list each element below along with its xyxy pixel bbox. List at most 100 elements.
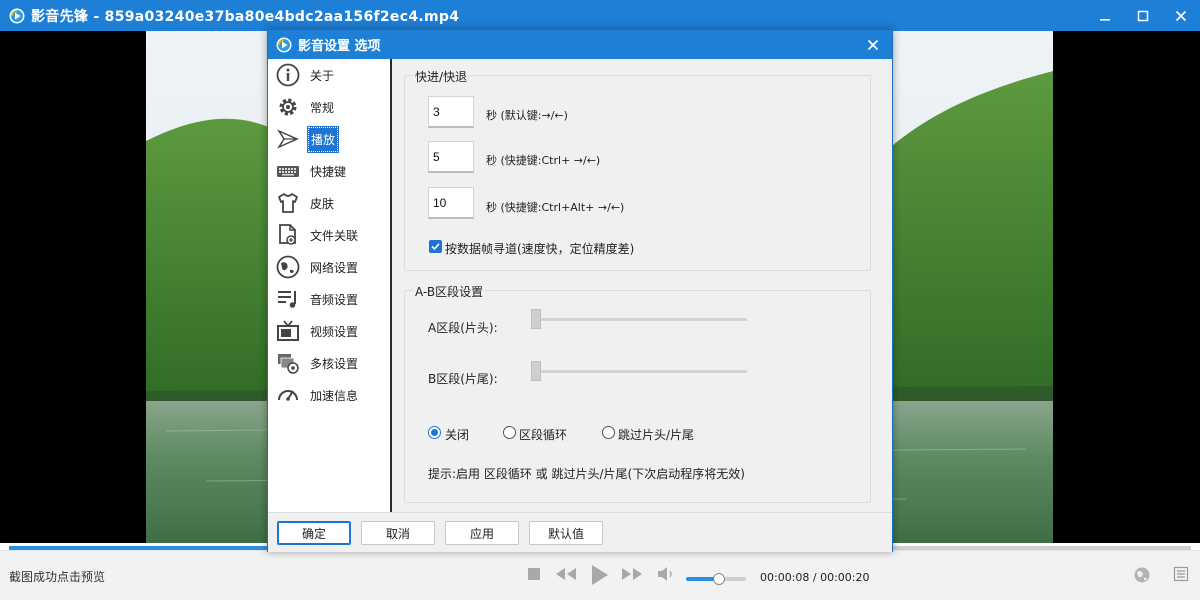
seek-ctrl-seconds-input[interactable] — [428, 141, 474, 173]
globe-button[interactable] — [1133, 566, 1151, 584]
ab-section-group: A-B区段设置 A区段(片头): B区段(片尾): 关闭 区段循环 跳过片头/片… — [404, 283, 871, 503]
keyframe-seek-checkbox[interactable] — [429, 240, 442, 253]
network-icon — [274, 253, 302, 281]
nav-item-label: 播放 — [306, 125, 340, 153]
b-section-slider-thumb[interactable] — [531, 361, 541, 381]
fast-forward-button[interactable] — [620, 566, 644, 582]
nav-item-about[interactable]: 关于 — [274, 61, 386, 89]
audio-icon — [274, 285, 302, 313]
keyboard-icon — [274, 157, 302, 185]
group-title: A-B区段设置 — [413, 283, 486, 300]
play-icon — [592, 565, 608, 585]
maximize-icon — [1137, 10, 1149, 21]
status-message[interactable]: 截图成功点击预览 — [9, 568, 105, 585]
rewind-icon — [556, 568, 576, 580]
tv-icon — [274, 317, 302, 345]
fast-forward-icon — [622, 568, 642, 580]
volume-button[interactable] — [656, 566, 676, 582]
cancel-button[interactable]: 取消 — [361, 521, 435, 545]
seek-ctrl-label: 秒 (快捷键:Ctrl+ →/←) — [486, 154, 601, 167]
nav-item-label: 加速信息 — [310, 388, 359, 403]
nav-item-label: 音频设置 — [310, 292, 359, 307]
window-title: 影音先锋 - 859a03240e37ba80e4bdc2aa156f2ec4.… — [31, 8, 460, 25]
seek-ctrl-alt-label: 秒 (快捷键:Ctrl+Alt+ →/←) — [486, 201, 625, 214]
radio-off[interactable] — [428, 426, 441, 439]
b-section-slider[interactable] — [533, 370, 747, 373]
play-arrow-icon — [274, 125, 302, 153]
speedometer-icon — [274, 381, 302, 409]
settings-content: 快进/快退 秒 (默认键:→/←) 秒 (快捷键:Ctrl+ →/←) 秒 (快… — [394, 59, 892, 512]
multicore-icon — [274, 349, 302, 377]
nav-item-label: 快捷键 — [310, 164, 347, 179]
nav-item-label: 关于 — [310, 68, 335, 83]
rewind-button[interactable] — [554, 566, 578, 582]
nav-item-label: 视频设置 — [310, 324, 359, 339]
play-button[interactable] — [588, 564, 610, 586]
nav-item-acceleration[interactable]: 加速信息 — [274, 381, 386, 409]
nav-item-file-association[interactable]: 文件关联 — [274, 221, 386, 249]
radio-section-loop-label[interactable]: 区段循环 — [519, 426, 567, 443]
globe-icon — [1134, 567, 1150, 583]
volume-knob[interactable] — [713, 573, 725, 585]
nav-item-label: 文件关联 — [310, 228, 359, 243]
dialog-title: 影音设置 选项 — [298, 39, 381, 54]
default-button[interactable]: 默认值 — [529, 521, 603, 545]
file-link-icon — [274, 221, 302, 249]
info-icon — [274, 61, 302, 89]
seek-default-seconds-input[interactable] — [428, 96, 474, 128]
volume-slider[interactable] — [686, 573, 746, 585]
settings-dialog: 影音设置 选项 关于 常规 播放 快捷键 皮肤 文件关联 网络设置 音频设置 视… — [267, 29, 893, 552]
dialog-footer: 确定 取消 应用 默认值 — [268, 512, 892, 552]
nav-item-general[interactable]: 常规 — [274, 93, 386, 121]
nav-item-label: 常规 — [310, 100, 335, 115]
nav-item-label: 多核设置 — [310, 356, 359, 371]
group-title: 快进/快退 — [413, 68, 470, 85]
app-logo-icon — [9, 8, 25, 23]
bottom-control-bar: 截图成功点击预览 00:00:08 / 00:00:20 — [0, 550, 1200, 600]
minimize-button[interactable] — [1086, 0, 1124, 31]
close-icon — [1175, 10, 1187, 21]
dialog-close-button[interactable] — [862, 34, 884, 56]
radio-off-label[interactable]: 关闭 — [445, 426, 469, 443]
ok-button[interactable]: 确定 — [277, 521, 351, 545]
close-button[interactable] — [1162, 0, 1200, 31]
playlist-icon — [1173, 566, 1189, 582]
stop-icon — [528, 568, 540, 580]
playlist-button[interactable] — [1173, 566, 1189, 582]
radio-section-loop[interactable] — [503, 426, 516, 439]
radio-skip-intro-outro-label[interactable]: 跳过片头/片尾 — [618, 426, 694, 443]
a-section-slider-thumb[interactable] — [531, 309, 541, 329]
nav-item-audio[interactable]: 音频设置 — [274, 285, 386, 313]
stop-button[interactable] — [526, 566, 542, 582]
tshirt-icon — [274, 189, 302, 217]
seek-default-label: 秒 (默认键:→/←) — [486, 109, 568, 122]
checkmark-icon — [431, 243, 440, 251]
nav-item-skin[interactable]: 皮肤 — [274, 189, 386, 217]
apply-button[interactable]: 应用 — [445, 521, 519, 545]
close-icon — [867, 39, 879, 51]
minimize-icon — [1100, 18, 1110, 21]
playback-time: 00:00:08 / 00:00:20 — [760, 571, 870, 584]
keyframe-seek-label[interactable]: 按数据帧寻道(速度快，定位精度差) — [445, 240, 634, 257]
b-section-label: B区段(片尾): — [428, 372, 498, 386]
nav-item-playback[interactable]: 播放 — [274, 125, 386, 153]
ab-hint-text: 提示:启用 区段循环 或 跳过片头/片尾(下次启动程序将无效) — [428, 467, 745, 481]
a-section-label: A区段(片头): — [428, 321, 498, 335]
settings-sidebar: 关于 常规 播放 快捷键 皮肤 文件关联 网络设置 音频设置 视频设置 多核设置… — [268, 59, 392, 512]
seek-settings-group: 快进/快退 秒 (默认键:→/←) 秒 (快捷键:Ctrl+ →/←) 秒 (快… — [404, 68, 871, 271]
gear-icon — [274, 93, 302, 121]
maximize-button[interactable] — [1124, 0, 1162, 31]
dialog-title-bar[interactable]: 影音设置 选项 — [268, 30, 892, 59]
nav-item-hotkeys[interactable]: 快捷键 — [274, 157, 386, 185]
nav-item-multicore[interactable]: 多核设置 — [274, 349, 386, 377]
nav-item-network[interactable]: 网络设置 — [274, 253, 386, 281]
speaker-icon — [658, 567, 672, 581]
main-title-bar[interactable]: 影音先锋 - 859a03240e37ba80e4bdc2aa156f2ec4.… — [0, 0, 1200, 31]
seek-ctrl-alt-seconds-input[interactable] — [428, 187, 474, 219]
radio-skip-intro-outro[interactable] — [602, 426, 615, 439]
a-section-slider[interactable] — [533, 318, 747, 321]
nav-item-label: 网络设置 — [310, 260, 359, 275]
nav-item-video[interactable]: 视频设置 — [274, 317, 386, 345]
dialog-logo-icon — [276, 37, 292, 52]
nav-item-label: 皮肤 — [310, 196, 335, 211]
